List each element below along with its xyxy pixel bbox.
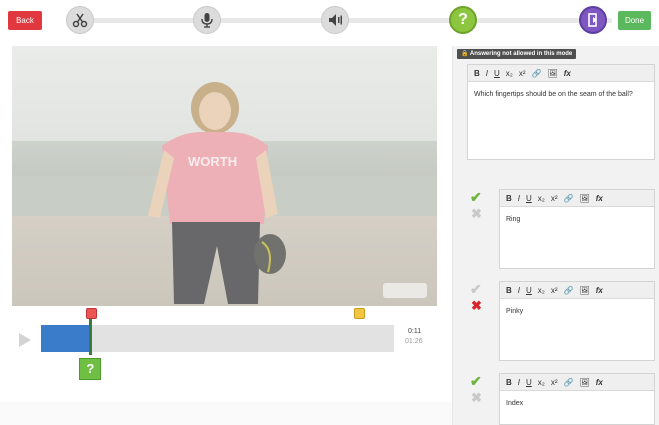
marker-start-icon[interactable] [86, 308, 97, 319]
superscript-button[interactable]: x² [551, 286, 558, 295]
correct-check-icon[interactable]: ✔ [470, 373, 482, 390]
incorrect-cross-icon[interactable]: ✖ [471, 390, 482, 406]
subscript-button[interactable]: x₂ [538, 286, 545, 295]
answer-text[interactable]: Ring [500, 207, 654, 232]
bold-button[interactable]: B [506, 286, 512, 295]
youtube-logo [383, 283, 427, 298]
scissors-icon[interactable] [66, 6, 94, 34]
bottom-area [0, 402, 452, 425]
correct-check-icon[interactable]: ✔ [470, 281, 482, 298]
microphone-icon[interactable] [193, 6, 221, 34]
timeline-progress [41, 325, 91, 352]
question-marker[interactable]: ? [79, 358, 102, 380]
play-icon[interactable] [14, 330, 34, 350]
answer-text[interactable]: Index [500, 391, 654, 416]
answer-editor[interactable]: B I U x₂ x² 🔗 🖼 fx Index [499, 373, 655, 425]
link-icon[interactable]: 🔗 [564, 194, 574, 203]
italic-button[interactable]: I [518, 194, 520, 203]
answer-editor-toolbar: B I U x₂ x² 🔗 🖼 fx [500, 282, 654, 299]
superscript-button[interactable]: x² [551, 194, 558, 203]
answer-editor-toolbar: B I U x₂ x² 🔗 🖼 fx [500, 190, 654, 207]
back-button[interactable]: Back [8, 11, 42, 30]
bold-button[interactable]: B [506, 194, 512, 203]
subscript-button[interactable]: x₂ [538, 378, 545, 387]
formula-button[interactable]: fx [564, 69, 571, 78]
formula-button[interactable]: fx [596, 194, 603, 203]
underline-button[interactable]: U [526, 378, 532, 387]
correct-check-icon[interactable]: ✔ [470, 189, 482, 206]
subscript-button[interactable]: x₂ [538, 194, 545, 203]
playhead[interactable] [88, 319, 92, 355]
bold-button[interactable]: B [506, 378, 512, 387]
question-editor-toolbar: B I U x₂ x² 🔗 🖼 fx [468, 65, 654, 82]
video-quiz-editor: Back ? Done WORTH ? 0:11 01:26 🔒 Answeri… [0, 0, 659, 425]
superscript-button[interactable]: x² [519, 69, 526, 78]
timeline-bar[interactable] [41, 325, 394, 352]
link-icon[interactable]: 🔗 [564, 378, 574, 387]
marker-end-icon[interactable] [354, 308, 365, 319]
bold-button[interactable]: B [474, 69, 480, 78]
question-panel: 🔒 Answering not allowed in this mode B I… [452, 46, 659, 425]
formula-button[interactable]: fx [596, 378, 603, 387]
italic-button[interactable]: I [486, 69, 488, 78]
superscript-button[interactable]: x² [551, 378, 558, 387]
incorrect-cross-icon[interactable]: ✖ [471, 206, 482, 222]
image-icon[interactable]: 🖼 [580, 378, 590, 387]
speaker-icon[interactable] [321, 6, 349, 34]
incorrect-cross-icon[interactable]: ✖ [471, 298, 482, 314]
image-icon[interactable]: 🖼 [580, 194, 590, 203]
image-icon[interactable]: 🖼 [580, 286, 590, 295]
answer-editor[interactable]: B I U x₂ x² 🔗 🖼 fx Pinky [499, 281, 655, 361]
question-editor[interactable]: B I U x₂ x² 🔗 🖼 fx Which fingertips shou… [467, 64, 655, 160]
underline-button[interactable]: U [526, 194, 532, 203]
mode-notice-text: Answering not allowed in this mode [469, 51, 573, 57]
formula-button[interactable]: fx [596, 286, 603, 295]
done-button[interactable]: Done [618, 11, 651, 30]
mode-notice: 🔒 Answering not allowed in this mode [457, 49, 577, 59]
underline-button[interactable]: U [526, 286, 532, 295]
question-text[interactable]: Which fingertips should be on the seam o… [468, 82, 654, 107]
italic-button[interactable]: I [518, 378, 520, 387]
answer-editor[interactable]: B I U x₂ x² 🔗 🖼 fx Ring [499, 189, 655, 269]
subscript-button[interactable]: x₂ [506, 69, 513, 78]
underline-button[interactable]: U [494, 69, 500, 78]
top-toolbar: Back ? Done [0, 0, 659, 40]
current-time: 0:11 [408, 328, 422, 335]
answer-text[interactable]: Pinky [500, 299, 654, 324]
image-icon[interactable]: 🖼 [548, 69, 558, 78]
timeline: ? 0:11 01:26 [12, 306, 452, 386]
total-time: 01:26 [405, 338, 423, 345]
link-icon[interactable]: 🔗 [532, 69, 542, 78]
question-icon[interactable]: ? [449, 6, 477, 34]
answer-editor-toolbar: B I U x₂ x² 🔗 🖼 fx [500, 374, 654, 391]
exit-icon[interactable] [579, 6, 607, 34]
video-dim-overlay [12, 46, 437, 306]
link-icon[interactable]: 🔗 [564, 286, 574, 295]
italic-button[interactable]: I [518, 286, 520, 295]
video-player[interactable]: WORTH [12, 46, 437, 306]
